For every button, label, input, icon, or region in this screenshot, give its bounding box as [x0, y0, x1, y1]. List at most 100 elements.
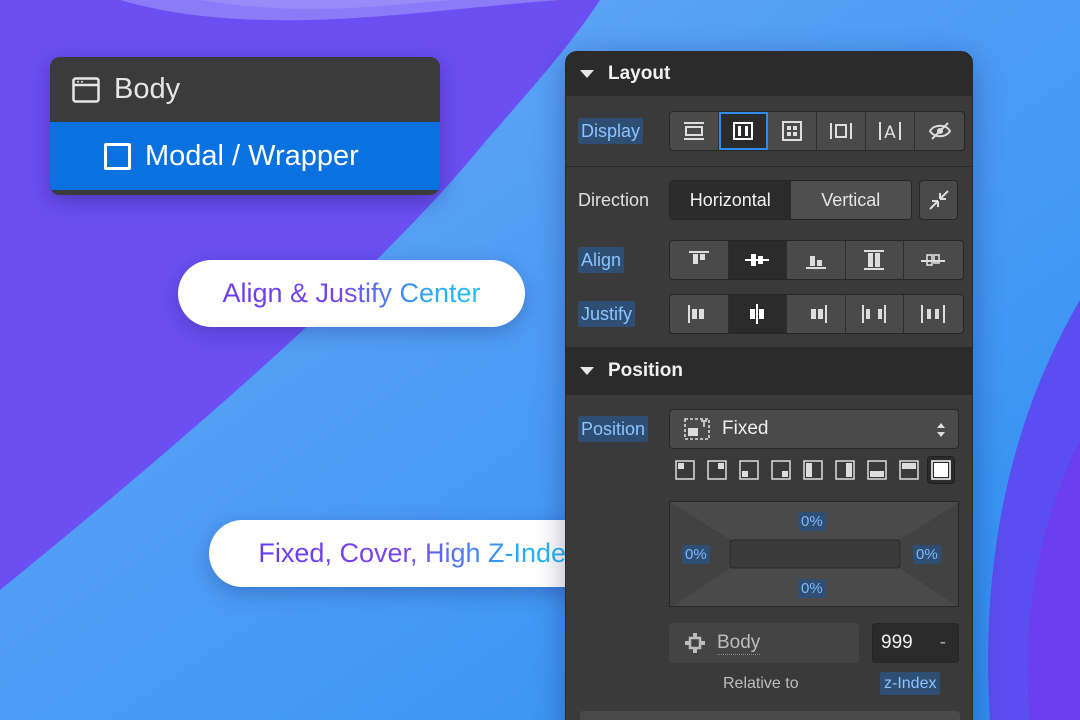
offset-left-value[interactable]: 0%	[682, 545, 710, 564]
reverse-arrows-icon	[928, 190, 949, 210]
display-none-button[interactable]	[915, 112, 964, 150]
preset-bottom-right-icon	[771, 460, 791, 480]
display-grid-icon	[782, 121, 802, 141]
position-fixed-icon	[684, 418, 710, 440]
align-label: Align	[578, 246, 668, 273]
preset-full[interactable]	[927, 456, 955, 484]
align-baseline-icon	[921, 254, 946, 266]
position-select-value: Fixed	[722, 418, 769, 439]
position-offset-box: 0% 0% 0% 0%	[669, 501, 959, 607]
align-row: Align	[566, 233, 972, 287]
display-inline-button[interactable]: A	[866, 112, 915, 150]
navigator-item-body[interactable]: Body	[50, 57, 440, 122]
direction-segmented-control: Horizontal Vertical	[669, 180, 912, 220]
direction-vertical-button[interactable]: Vertical	[790, 181, 911, 219]
select-arrows-icon	[937, 423, 945, 437]
navigator-item-label: Modal / Wrapper	[145, 139, 359, 172]
justify-segmented-control	[669, 294, 964, 334]
justify-end-icon	[810, 305, 827, 323]
preset-bottom-icon	[867, 460, 887, 480]
position-label: Position	[578, 415, 668, 442]
z-index-unit: -	[939, 632, 946, 653]
preset-bottom[interactable]	[864, 457, 890, 483]
position-section-title: Position	[608, 360, 683, 381]
relative-to-button[interactable]: Body	[669, 623, 859, 663]
direction-horizontal-button[interactable]: Horizontal	[670, 181, 791, 219]
justify-space-around-button[interactable]	[904, 295, 963, 333]
justify-label: Justify	[578, 300, 668, 327]
align-center-button[interactable]	[728, 241, 787, 279]
display-flex-button[interactable]	[719, 112, 768, 150]
style-panel: Layout Display A Direction Horizontal Ve…	[565, 51, 973, 720]
navigator-item-modal-wrapper[interactable]: Modal / Wrapper	[50, 122, 440, 190]
display-segmented-control: A	[669, 111, 965, 151]
relative-to-caption: Relative to	[723, 675, 799, 692]
preset-right-icon	[835, 460, 855, 480]
navigator-item-label: Body	[114, 73, 181, 105]
align-baseline-button[interactable]	[904, 241, 963, 279]
preset-top-right-icon	[707, 460, 727, 480]
panel-bottom-button[interactable]	[580, 711, 960, 720]
position-section-header[interactable]: Position	[566, 347, 972, 395]
align-start-icon	[688, 251, 709, 264]
browser-window-icon	[72, 76, 100, 103]
eye-slash-icon	[928, 122, 951, 140]
preset-bottom-left[interactable]	[736, 457, 762, 483]
align-end-icon	[805, 256, 826, 269]
justify-space-around-icon	[921, 305, 946, 323]
preset-top-left-icon	[675, 460, 695, 480]
caret-down-icon	[580, 367, 594, 375]
align-stretch-button[interactable]	[846, 241, 904, 279]
svg-text:A: A	[884, 123, 896, 142]
caret-down-icon	[580, 70, 594, 78]
navigator-panel: Body Modal / Wrapper	[50, 57, 440, 195]
offset-bottom-value[interactable]: 0%	[798, 579, 826, 598]
z-index-input[interactable]: 999 -	[872, 623, 959, 663]
justify-start-button[interactable]	[670, 295, 729, 333]
offset-right-value[interactable]: 0%	[913, 545, 941, 564]
align-segmented-control	[669, 240, 964, 280]
reverse-direction-button[interactable]	[919, 180, 958, 220]
justify-space-between-button[interactable]	[846, 295, 904, 333]
align-end-button[interactable]	[787, 241, 846, 279]
preset-full-icon	[931, 460, 951, 480]
direction-row: Direction Horizontal Vertical	[566, 167, 972, 233]
preset-right[interactable]	[832, 457, 858, 483]
justify-center-icon	[750, 304, 765, 324]
position-presets	[672, 456, 955, 484]
display-label: Display	[578, 117, 668, 144]
align-center-icon	[745, 254, 770, 266]
preset-top-left[interactable]	[672, 457, 698, 483]
justify-end-button[interactable]	[787, 295, 846, 333]
justify-center-button[interactable]	[728, 295, 787, 333]
layout-section-title: Layout	[608, 63, 671, 84]
preset-left[interactable]	[800, 457, 826, 483]
position-select[interactable]: Fixed	[669, 409, 959, 449]
z-index-caption: z-Index	[880, 672, 941, 695]
preset-top-right[interactable]	[704, 457, 730, 483]
preset-top[interactable]	[896, 457, 922, 483]
align-stretch-icon	[864, 250, 885, 270]
display-flex-icon	[733, 122, 753, 140]
display-block-icon	[684, 122, 704, 140]
callout-align-justify: Align & Justify Center	[178, 260, 525, 327]
direction-label: Direction	[578, 189, 650, 210]
display-inline-block-button[interactable]	[817, 112, 866, 150]
offset-top-value[interactable]: 0%	[798, 512, 826, 531]
layout-section-header[interactable]: Layout	[566, 52, 972, 96]
element-gear-icon	[685, 633, 705, 653]
preset-top-icon	[899, 460, 919, 480]
display-inline-block-icon	[830, 123, 852, 139]
preset-bottom-right[interactable]	[768, 457, 794, 483]
display-grid-button[interactable]	[768, 112, 817, 150]
display-block-button[interactable]	[670, 112, 719, 150]
preset-left-icon	[803, 460, 823, 480]
align-start-button[interactable]	[670, 241, 729, 279]
div-block-icon	[104, 142, 131, 170]
justify-start-icon	[687, 305, 704, 323]
display-row: Display A	[566, 96, 972, 166]
position-row: Position Fixed	[566, 395, 972, 463]
z-index-value: 999	[881, 632, 913, 653]
display-inline-text-icon: A	[879, 122, 901, 142]
justify-row: Justify	[566, 287, 972, 341]
